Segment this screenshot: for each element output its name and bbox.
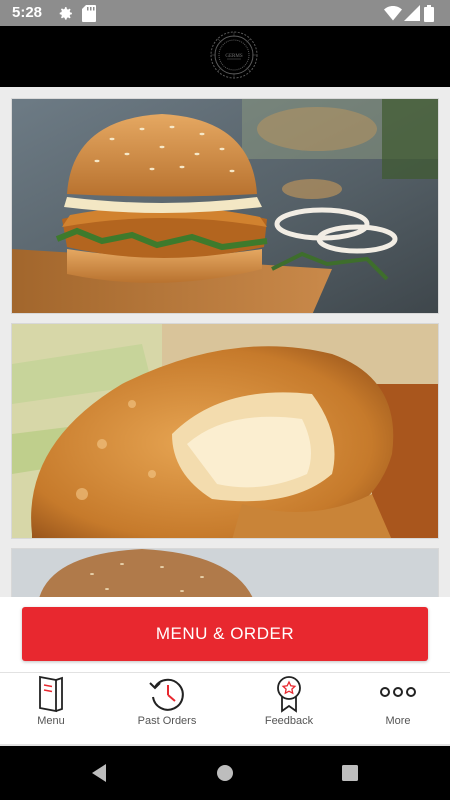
history-clock-icon (149, 678, 184, 711)
nav-item-more[interactable]: More (343, 673, 450, 743)
food-card-wholegrain-burger[interactable] (11, 548, 439, 597)
battery-icon (424, 5, 434, 22)
nav-label-past-orders: Past Orders (137, 715, 197, 727)
wholegrain-burger-image (12, 549, 438, 597)
nav-label-feedback: Feedback (264, 715, 314, 727)
order-bar: MENU & ORDER (0, 597, 450, 672)
nav-item-menu[interactable]: Menu (0, 673, 106, 743)
cell-signal-icon (404, 5, 420, 21)
food-card-cheese-pastry[interactable] (11, 323, 439, 539)
cheese-pastry-image (12, 324, 438, 538)
nav-item-past-orders[interactable]: Past Orders (112, 673, 222, 743)
nav-label-menu: Menu (37, 715, 65, 727)
back-icon[interactable] (90, 763, 108, 783)
more-dots-icon (380, 687, 416, 697)
wifi-icon (384, 6, 402, 21)
status-time: 5:28 (12, 4, 43, 21)
menu-order-button[interactable]: MENU & ORDER (22, 607, 428, 661)
restaurant-logo-icon: GERMS (210, 31, 258, 79)
chicken-burger-image (12, 99, 438, 313)
food-card-chicken-burger[interactable] (11, 98, 439, 314)
system-nav-bar (0, 746, 450, 800)
nav-item-feedback[interactable]: Feedback (234, 673, 344, 743)
app-header: GERMS (0, 26, 450, 87)
recents-icon[interactable] (341, 763, 359, 783)
status-bar: 5:28 (0, 0, 450, 26)
award-ribbon-icon (277, 676, 301, 713)
nav-label-more: More (385, 715, 411, 727)
menu-book-icon (39, 675, 63, 713)
sd-card-icon (82, 5, 96, 22)
bottom-nav: Menu Past Orders Feedback More (0, 672, 450, 746)
logo-text: GERMS (225, 54, 242, 59)
settings-icon (59, 7, 72, 20)
food-gallery[interactable] (0, 87, 450, 597)
home-icon[interactable] (216, 763, 234, 783)
